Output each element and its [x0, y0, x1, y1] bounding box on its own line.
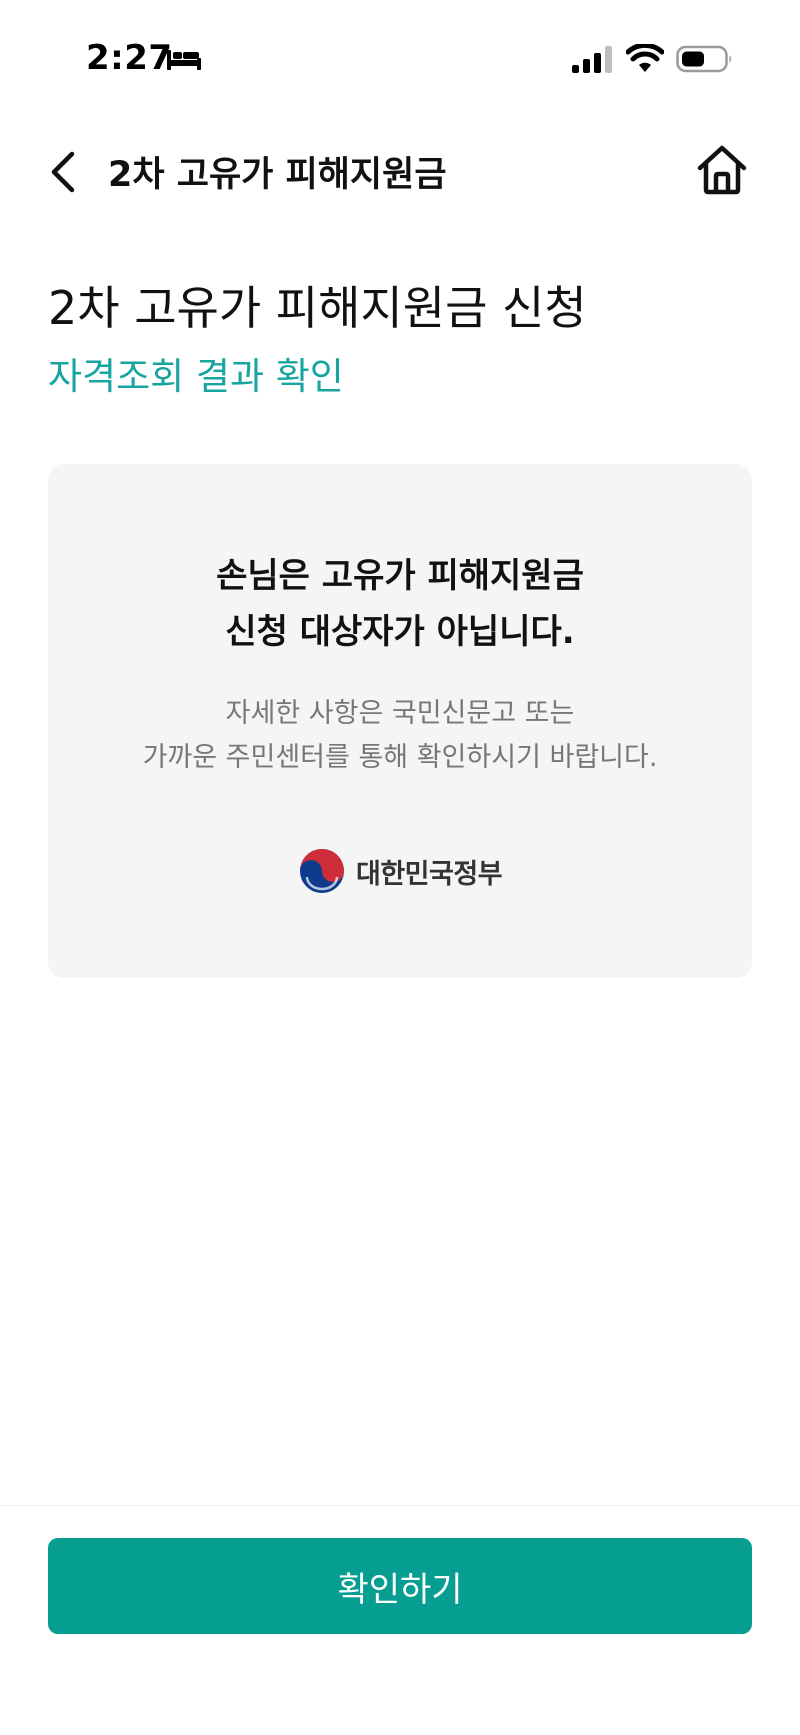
nav-title: 2차 고유가 피해지원금: [108, 155, 447, 195]
government-name: 대한민국정부: [356, 858, 503, 890]
result-desc-line1: 자세한 사항은 국민신문고 또는: [225, 698, 575, 729]
battery-icon: [676, 45, 732, 73]
taegeuk-emblem-icon: [300, 849, 344, 893]
cellular-signal-icon: [572, 46, 612, 73]
result-description: 자세한 사항은 국민신문고 또는 가까운 주민센터를 통해 확인하시기 바랍니다…: [48, 692, 752, 780]
status-time: 2:27: [86, 38, 173, 78]
government-logo: 대한민국정부: [298, 846, 503, 896]
page-title: 2차 고유가 피해지원금 신청: [48, 281, 587, 335]
result-desc-line2: 가까운 주민센터를 통해 확인하시기 바랍니다.: [142, 742, 658, 773]
confirm-button[interactable]: 확인하기: [48, 1538, 752, 1634]
result-heading-line2: 신청 대상자가 아닙니다.: [225, 612, 575, 652]
confirm-button-label: 확인하기: [337, 1569, 463, 1610]
nav-header: 2차 고유가 피해지원금: [0, 130, 800, 210]
page-subtitle: 자격조회 결과 확인: [48, 355, 344, 398]
status-bar: 2:27: [0, 0, 800, 110]
chevron-left-icon[interactable]: [44, 148, 84, 196]
bed-icon: [167, 50, 201, 70]
wifi-icon: [626, 44, 664, 72]
result-heading: 손님은 고유가 피해지원금 신청 대상자가 아닙니다.: [48, 548, 752, 660]
result-card: 손님은 고유가 피해지원금 신청 대상자가 아닙니다. 자세한 사항은 국민신문…: [48, 464, 752, 978]
home-icon[interactable]: [694, 142, 750, 198]
result-heading-line1: 손님은 고유가 피해지원금: [216, 556, 584, 596]
bottom-divider: [0, 1505, 800, 1506]
